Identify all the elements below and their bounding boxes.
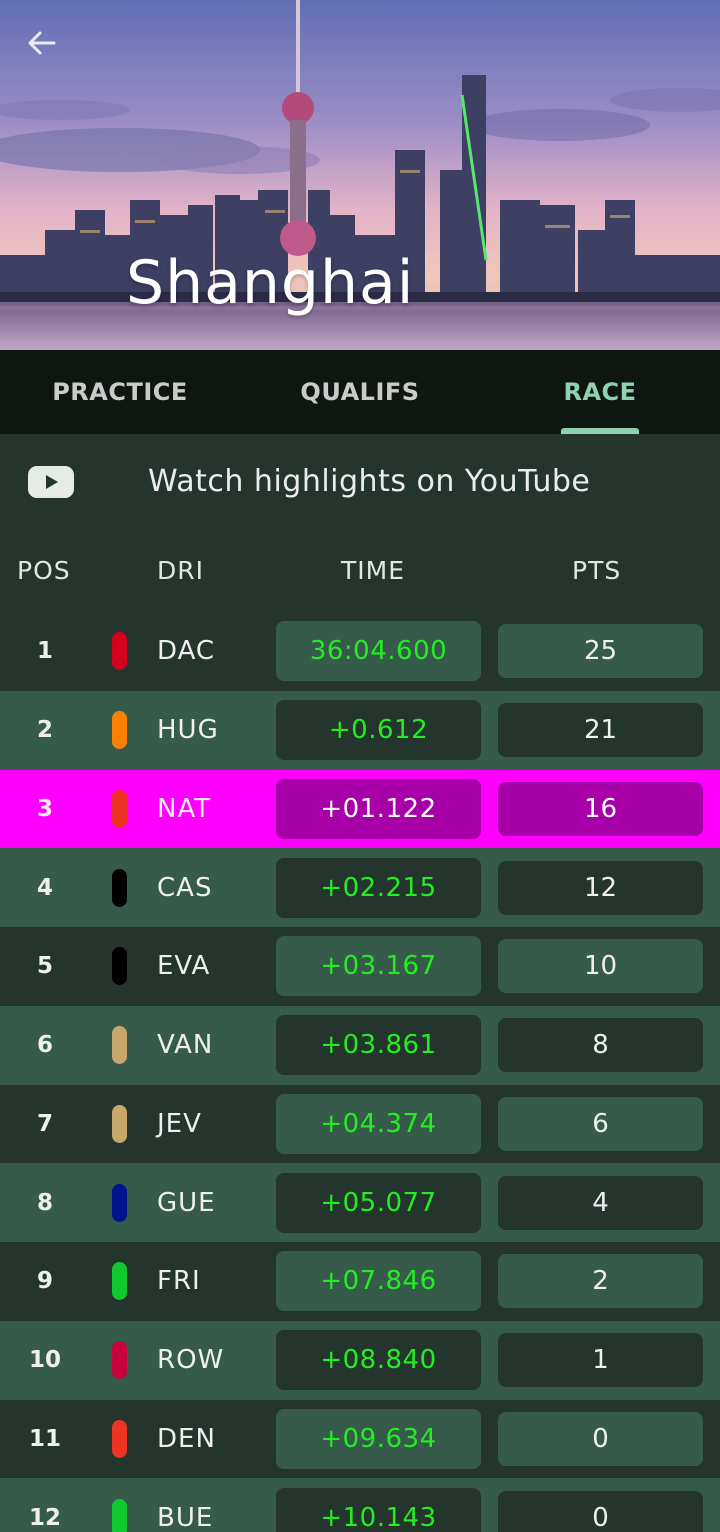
results-header: POS DRI TIME PTS xyxy=(0,534,720,612)
driver-code-cell: JEV xyxy=(157,1108,202,1139)
back-arrow-icon xyxy=(28,31,56,55)
driver-code-cell: ROW xyxy=(157,1345,225,1376)
results-list: 1 DAC 36:04.600 25 2 HUG +0.612 21 3 NAT +01.122 16… xyxy=(0,612,720,1532)
tab-race-label: RACE xyxy=(563,378,637,406)
time-cell: +09.634 xyxy=(276,1408,481,1469)
driver-code-cell: DEN xyxy=(157,1423,216,1454)
tab-qualifs[interactable]: QUALIFS xyxy=(240,350,480,434)
position-cell: 5 xyxy=(36,953,53,980)
driver-code-cell: FRI xyxy=(157,1266,201,1297)
driver-code-cell: CAS xyxy=(157,872,213,903)
team-color-indicator xyxy=(112,789,127,828)
team-color-indicator xyxy=(112,632,127,671)
points-cell: 0 xyxy=(498,1490,703,1532)
team-color-indicator xyxy=(112,1026,127,1065)
time-cell: +03.861 xyxy=(276,1015,481,1076)
table-row[interactable]: 9 FRI +07.846 2 xyxy=(0,1242,720,1321)
column-header-driver: DRI xyxy=(157,556,204,585)
table-row[interactable]: 10 ROW +08.840 1 xyxy=(0,1320,720,1400)
youtube-icon xyxy=(28,466,74,498)
column-header-pos: POS xyxy=(17,556,71,585)
points-cell: 0 xyxy=(498,1411,703,1466)
team-color-indicator xyxy=(112,1104,127,1143)
table-row[interactable]: 1 DAC 36:04.600 25 xyxy=(0,612,720,691)
table-row[interactable]: 11 DEN +09.634 0 xyxy=(0,1399,720,1479)
team-color-indicator xyxy=(112,1419,127,1458)
driver-code-cell: EVA xyxy=(157,951,211,982)
driver-code-cell: HUG xyxy=(157,715,219,746)
session-tabs: PRACTICE QUALIFS RACE xyxy=(0,350,720,434)
time-cell: +10.143 xyxy=(276,1487,481,1532)
column-header-time: TIME xyxy=(341,556,406,585)
time-cell: 36:04.600 xyxy=(276,621,481,682)
tab-race[interactable]: RACE xyxy=(480,350,720,434)
team-color-indicator xyxy=(112,947,127,986)
time-cell: +03.167 xyxy=(276,936,481,997)
driver-code-cell: GUE xyxy=(157,1187,216,1218)
table-row[interactable]: 7 JEV +04.374 6 xyxy=(0,1084,720,1164)
table-row[interactable]: 5 EVA +03.167 10 xyxy=(0,927,720,1006)
driver-code-cell: DAC xyxy=(157,636,216,667)
points-cell: 16 xyxy=(498,781,703,836)
time-cell: +0.612 xyxy=(276,700,481,761)
team-color-indicator xyxy=(112,1341,127,1380)
table-row[interactable]: 8 GUE +05.077 4 xyxy=(0,1163,720,1242)
position-cell: 7 xyxy=(36,1110,53,1137)
tab-practice[interactable]: PRACTICE xyxy=(0,350,240,434)
points-cell: 1 xyxy=(498,1333,703,1388)
table-row[interactable]: 6 VAN +03.861 8 xyxy=(0,1005,720,1085)
time-cell: +07.846 xyxy=(276,1251,481,1312)
team-color-indicator xyxy=(112,1262,127,1301)
time-cell: +08.840 xyxy=(276,1330,481,1391)
youtube-highlights-label: Watch highlights on YouTube xyxy=(148,464,591,499)
points-cell: 21 xyxy=(498,703,703,758)
driver-code-cell: BUE xyxy=(157,1502,214,1532)
position-cell: 1 xyxy=(36,638,53,665)
position-cell: 10 xyxy=(28,1347,61,1374)
position-cell: 2 xyxy=(36,717,53,744)
points-cell: 25 xyxy=(498,624,703,679)
team-color-indicator xyxy=(112,1183,127,1222)
column-header-points: PTS xyxy=(572,556,622,585)
position-cell: 12 xyxy=(28,1504,61,1531)
position-cell: 9 xyxy=(36,1268,53,1295)
table-row[interactable]: 12 BUE +10.143 0 xyxy=(0,1478,720,1532)
points-cell: 4 xyxy=(498,1175,703,1230)
points-cell: 12 xyxy=(498,860,703,915)
table-row[interactable]: 3 NAT +01.122 16 xyxy=(0,769,720,849)
table-row[interactable]: 4 CAS +02.215 12 xyxy=(0,848,720,927)
tab-practice-label: PRACTICE xyxy=(52,378,188,406)
position-cell: 4 xyxy=(36,874,53,901)
position-cell: 11 xyxy=(28,1425,61,1452)
time-cell: +01.122 xyxy=(276,778,481,839)
position-cell: 8 xyxy=(36,1189,53,1216)
team-color-indicator xyxy=(112,868,127,907)
back-button[interactable] xyxy=(26,30,72,70)
page-title: Shanghai xyxy=(126,248,415,318)
tab-qualifs-label: QUALIFS xyxy=(300,378,420,406)
driver-code-cell: VAN xyxy=(157,1030,214,1061)
time-cell: +05.077 xyxy=(276,1172,481,1233)
position-cell: 6 xyxy=(36,1032,53,1059)
points-cell: 8 xyxy=(498,1018,703,1073)
time-cell: +02.215 xyxy=(276,857,481,918)
driver-code-cell: NAT xyxy=(157,793,212,824)
team-color-indicator xyxy=(112,1498,127,1532)
youtube-highlights-button[interactable]: Watch highlights on YouTube xyxy=(0,434,720,534)
position-cell: 3 xyxy=(36,795,53,822)
hero-image: Shanghai xyxy=(0,0,720,350)
points-cell: 6 xyxy=(498,1096,703,1151)
table-row[interactable]: 2 HUG +0.612 21 xyxy=(0,690,720,770)
time-cell: +04.374 xyxy=(276,1093,481,1154)
points-cell: 2 xyxy=(498,1254,703,1309)
team-color-indicator xyxy=(112,711,127,750)
points-cell: 10 xyxy=(498,939,703,994)
